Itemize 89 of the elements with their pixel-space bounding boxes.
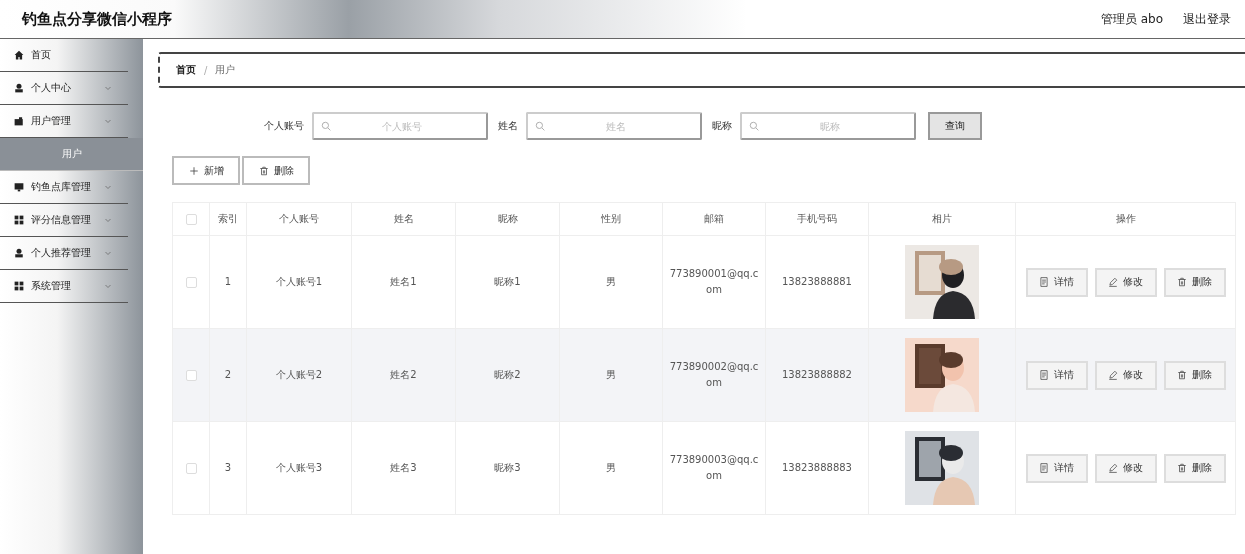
edit-button[interactable]: 修改 — [1094, 453, 1157, 483]
field-label: 昵称 — [711, 119, 732, 133]
query-button[interactable]: 查询 — [927, 112, 982, 140]
sidebar-item[interactable]: 系统管理 — [0, 270, 128, 303]
table-cell: 姓名2 — [351, 328, 456, 422]
search-icon — [320, 121, 331, 131]
row-checkbox[interactable] — [185, 369, 197, 381]
sidebar-item[interactable]: 评分信息管理 — [0, 204, 128, 237]
search-icon — [534, 121, 545, 131]
table-cell: 男 — [559, 421, 663, 515]
app-title: 钓鱼点分享微信小程序 — [22, 9, 172, 29]
table-cell: 昵称1 — [455, 235, 560, 329]
pencil-icon — [1108, 463, 1118, 473]
detail-button[interactable]: 详情 — [1025, 453, 1088, 483]
home-icon — [14, 50, 24, 60]
search-field[interactable]: 姓名 — [525, 112, 702, 140]
table-cell: 个人账号2 — [246, 328, 352, 422]
header-cell: 索引 — [209, 202, 247, 236]
header-cell: 昵称 — [455, 202, 560, 236]
field-label: 姓名 — [497, 119, 518, 133]
sidebar-item[interactable]: 首页 — [0, 39, 128, 72]
breadcrumb-item: 用户 — [215, 63, 236, 77]
pencil-icon — [1108, 370, 1118, 380]
edit-button[interactable]: 修改 — [1094, 360, 1157, 390]
detail-button[interactable]: 详情 — [1025, 360, 1088, 390]
delete-button[interactable]: 删除 — [242, 156, 310, 185]
select-all-checkbox[interactable] — [185, 213, 197, 225]
delete-button[interactable]: 删除 — [1163, 360, 1226, 390]
header-cell: 个人账号 — [246, 202, 352, 236]
monitor-icon — [14, 182, 24, 192]
grid-icon — [14, 281, 24, 291]
logout-link[interactable]: 退出登录 — [1183, 10, 1231, 28]
table-cell: 姓名3 — [351, 421, 456, 515]
trash-icon — [258, 165, 269, 176]
table-cell: 13823888882 — [765, 328, 869, 422]
header-cell: 邮箱 — [662, 202, 766, 236]
table-cell: 773890002@qq.com — [662, 328, 766, 422]
header-cell: 操作 — [1015, 202, 1236, 236]
table-cell: 男 — [559, 235, 663, 329]
table-cell: 1 — [209, 235, 247, 329]
table-cell: 773890001@qq.com — [662, 235, 766, 329]
user-name: 管理员 abo — [1100, 10, 1163, 28]
trash-icon — [1177, 370, 1187, 380]
detail-button[interactable]: 详情 — [1025, 267, 1088, 297]
trash-icon — [1177, 277, 1187, 287]
table-cell: 男 — [559, 328, 663, 422]
row-checkbox[interactable] — [185, 276, 197, 288]
wallet-icon — [14, 116, 24, 126]
sidebar-item[interactable]: 个人推荐管理 — [0, 237, 128, 270]
person-icon — [14, 248, 24, 258]
table-cell: 姓名1 — [351, 235, 456, 329]
sidebar-item[interactable]: 钓鱼点库管理 — [0, 171, 128, 204]
chevron-down-icon — [104, 249, 112, 257]
header-cell: 性别 — [559, 202, 663, 236]
pencil-icon — [1108, 277, 1118, 287]
chevron-down-icon — [104, 183, 112, 191]
row-checkbox[interactable] — [185, 462, 197, 474]
chevron-down-icon — [104, 282, 112, 290]
sidebar-item[interactable]: 个人中心 — [0, 72, 128, 105]
header-cell: 相片 — [868, 202, 1016, 236]
table-cell: 昵称3 — [455, 421, 560, 515]
edit-button[interactable]: 修改 — [1094, 267, 1157, 297]
table-cell: 个人账号3 — [246, 421, 352, 515]
header-cell: 姓名 — [351, 202, 456, 236]
breadcrumb-item[interactable]: 首页 — [176, 63, 196, 77]
breadcrumb-separator: / — [204, 64, 208, 76]
chevron-down-icon — [104, 117, 112, 125]
add-button[interactable]: 新增 — [172, 156, 240, 185]
table-cell: 773890003@qq.com — [662, 421, 766, 515]
table-cell: 2 — [209, 328, 247, 422]
delete-button[interactable]: 删除 — [1163, 453, 1226, 483]
document-icon — [1039, 277, 1049, 287]
person-icon — [14, 83, 24, 93]
table-cell: 昵称2 — [455, 328, 560, 422]
table-cell: 13823888881 — [765, 235, 869, 329]
chevron-down-icon — [104, 216, 112, 224]
table-cell: 3 — [209, 421, 247, 515]
table-cell: 个人账号1 — [246, 235, 352, 329]
header-cell: 手机号码 — [765, 202, 869, 236]
delete-button[interactable]: 删除 — [1163, 267, 1226, 297]
document-icon — [1039, 463, 1049, 473]
trash-icon — [1177, 463, 1187, 473]
search-icon — [748, 121, 759, 131]
grid-icon — [14, 215, 24, 225]
document-icon — [1039, 370, 1049, 380]
chevron-down-icon — [104, 84, 112, 92]
plus-icon — [188, 165, 199, 176]
table-cell: 13823888883 — [765, 421, 869, 515]
field-label: 个人账号 — [263, 119, 304, 133]
